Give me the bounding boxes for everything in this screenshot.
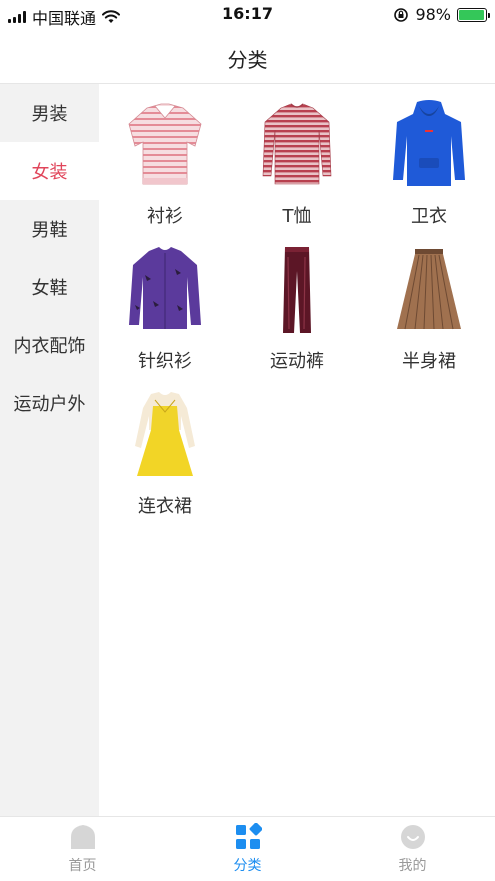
subcategory-shirt[interactable]: 衬衫 bbox=[99, 84, 231, 229]
navigation-bar: 分类 bbox=[0, 30, 495, 84]
striped-blouse-image bbox=[128, 103, 202, 185]
subcategory-grid: 衬衫 T恤 卫衣 针织衫 运动裤 半身裙 连衣裙 bbox=[99, 84, 495, 816]
home-icon bbox=[70, 825, 95, 849]
subcategory-label: 半身裙 bbox=[402, 351, 456, 372]
purple-knit-sweater-image bbox=[129, 247, 201, 329]
tab-home[interactable]: 首页 bbox=[0, 823, 165, 879]
battery-icon bbox=[457, 7, 490, 22]
subcategory-label: 卫衣 bbox=[411, 206, 447, 227]
subcategory-dress[interactable]: 连衣裙 bbox=[99, 374, 231, 519]
subcategory-skirt[interactable]: 半身裙 bbox=[363, 229, 495, 374]
yellow-dress-image bbox=[135, 392, 195, 476]
bronze-pleated-skirt-image bbox=[397, 249, 461, 330]
tab-label: 首页 bbox=[68, 858, 97, 874]
profile-icon bbox=[400, 825, 425, 849]
category-sidebar: 男装 女装 男鞋 女鞋 内衣配饰 运动户外 bbox=[0, 84, 99, 816]
blue-hoodie-image bbox=[393, 100, 465, 186]
tab-profile[interactable]: 我的 bbox=[330, 823, 495, 879]
subcategory-label: 衬衫 bbox=[147, 206, 183, 227]
rotation-lock-icon bbox=[394, 7, 409, 22]
sidebar-item-mens-shoes[interactable]: 男鞋 bbox=[0, 200, 99, 258]
status-bar: 中国联通 16:17 98% bbox=[0, 0, 495, 30]
status-right: 98% bbox=[393, 5, 490, 24]
sidebar-item-womens-shoes[interactable]: 女鞋 bbox=[0, 258, 99, 316]
subcategory-hoodie[interactable]: 卫衣 bbox=[363, 84, 495, 229]
battery-level-fill bbox=[459, 9, 485, 20]
tab-bar: 首页 分类 我的 bbox=[0, 816, 495, 881]
sidebar-item-mens-clothing[interactable]: 男装 bbox=[0, 84, 99, 142]
tab-category[interactable]: 分类 bbox=[165, 823, 330, 879]
burgundy-velvet-pants-image bbox=[283, 247, 311, 333]
subcategory-label: 连衣裙 bbox=[138, 496, 192, 517]
subcategory-label: 运动裤 bbox=[270, 351, 324, 372]
subcategory-tshirt[interactable]: T恤 bbox=[231, 84, 363, 229]
sidebar-item-sports-outdoor[interactable]: 运动户外 bbox=[0, 374, 99, 432]
striped-tshirt-image bbox=[262, 103, 332, 185]
subcategory-sweatpants[interactable]: 运动裤 bbox=[231, 229, 363, 374]
sidebar-item-underwear-accessories[interactable]: 内衣配饰 bbox=[0, 316, 99, 374]
battery-percent: 98% bbox=[415, 5, 451, 24]
sidebar-item-womens-clothing[interactable]: 女装 bbox=[0, 142, 99, 200]
page-title: 分类 bbox=[227, 48, 268, 72]
subcategory-knitwear[interactable]: 针织衫 bbox=[99, 229, 231, 374]
tab-label: 我的 bbox=[398, 858, 427, 874]
tab-label: 分类 bbox=[233, 858, 262, 874]
category-grid-icon bbox=[235, 823, 262, 849]
subcategory-label: T恤 bbox=[282, 206, 312, 227]
subcategory-label: 针织衫 bbox=[138, 351, 192, 372]
